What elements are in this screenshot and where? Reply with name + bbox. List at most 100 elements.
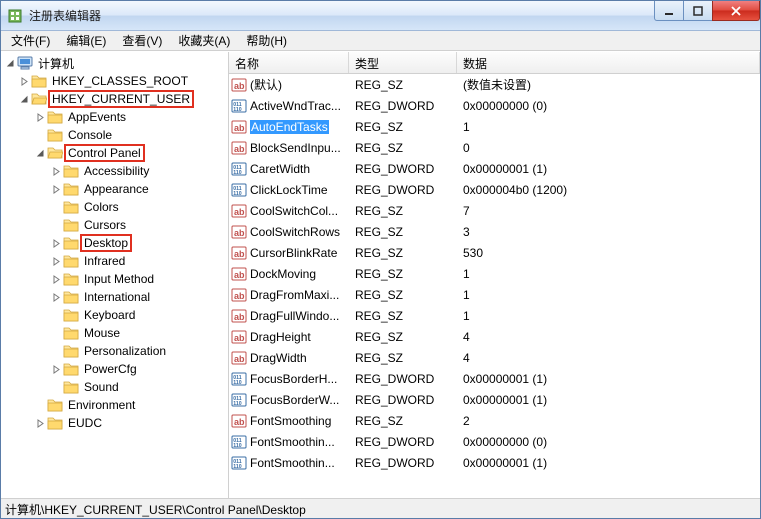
tree-node-appevents[interactable]: AppEvents — [33, 108, 228, 126]
binary-value-icon — [231, 182, 247, 198]
tree-node-hkcu[interactable]: HKEY_CURRENT_USER — [17, 90, 228, 108]
expand-icon[interactable] — [49, 163, 63, 179]
tree-node-powercfg[interactable]: PowerCfg — [49, 360, 228, 378]
value-name: BlockSendInpu... — [250, 141, 341, 155]
expand-icon[interactable] — [33, 145, 47, 161]
value-row[interactable]: FontSmoothin...REG_DWORD0x00000001 (1) — [229, 452, 760, 473]
expand-icon[interactable] — [49, 361, 63, 377]
value-row[interactable]: FocusBorderH...REG_DWORD0x00000001 (1) — [229, 368, 760, 389]
tree-node-computer[interactable]: 计算机 — [1, 54, 228, 72]
value-data: 1 — [457, 288, 760, 302]
value-row[interactable]: FocusBorderW...REG_DWORD0x00000001 (1) — [229, 389, 760, 410]
menu-edit[interactable]: 编辑(E) — [58, 30, 114, 51]
tree-node-console[interactable]: Console — [33, 126, 228, 144]
tree-node-mouse[interactable]: Mouse — [49, 324, 228, 342]
maximize-button[interactable] — [683, 1, 713, 21]
folder-icon — [47, 127, 63, 143]
tree-node-keyboard[interactable]: Keyboard — [49, 306, 228, 324]
close-button[interactable] — [712, 1, 760, 21]
folder-icon — [63, 289, 79, 305]
expand-icon[interactable] — [49, 271, 63, 287]
value-row[interactable]: CoolSwitchRowsREG_SZ3 — [229, 221, 760, 242]
folder-icon — [63, 361, 79, 377]
value-row[interactable]: BlockSendInpu...REG_SZ0 — [229, 137, 760, 158]
value-name: FontSmoothin... — [250, 456, 335, 470]
expand-icon[interactable] — [17, 91, 31, 107]
computer-icon — [17, 55, 33, 71]
column-header-type[interactable]: 类型 — [349, 52, 457, 73]
folder-icon — [63, 343, 79, 359]
value-data: 0x00000001 (1) — [457, 372, 760, 386]
value-row[interactable]: DragHeightREG_SZ4 — [229, 326, 760, 347]
value-row[interactable]: FontSmoothin...REG_DWORD0x00000000 (0) — [229, 431, 760, 452]
tree-label: Appearance — [82, 182, 151, 196]
value-row[interactable]: DockMovingREG_SZ1 — [229, 263, 760, 284]
tree-node-appearance[interactable]: Appearance — [49, 180, 228, 198]
tree-node-environment[interactable]: Environment — [33, 396, 228, 414]
value-data: 4 — [457, 351, 760, 365]
value-name: ClickLockTime — [250, 183, 328, 197]
tree-node-colors[interactable]: Colors — [49, 198, 228, 216]
value-row[interactable]: ActiveWndTrac...REG_DWORD0x00000000 (0) — [229, 95, 760, 116]
column-header-data[interactable]: 数据 — [457, 52, 760, 73]
expand-icon[interactable] — [49, 235, 63, 251]
expand-icon[interactable] — [33, 415, 47, 431]
tree-node-accessibility[interactable]: Accessibility — [49, 162, 228, 180]
tree-node-international[interactable]: International — [49, 288, 228, 306]
tree-node-infrared[interactable]: Infrared — [49, 252, 228, 270]
folder-icon — [63, 181, 79, 197]
value-row[interactable]: ClickLockTimeREG_DWORD0x000004b0 (1200) — [229, 179, 760, 200]
value-row[interactable]: DragFromMaxi...REG_SZ1 — [229, 284, 760, 305]
registry-editor-window: 注册表编辑器 文件(F) 编辑(E) 查看(V) 收藏夹(A) 帮助(H) — [0, 0, 761, 519]
value-row[interactable]: (默认)REG_SZ(数值未设置) — [229, 74, 760, 95]
tree-node-eudc[interactable]: EUDC — [33, 414, 228, 432]
value-name: AutoEndTasks — [250, 120, 329, 134]
value-data: 0x00000001 (1) — [457, 393, 760, 407]
value-row[interactable]: CursorBlinkRateREG_SZ530 — [229, 242, 760, 263]
tree-node-hkcr[interactable]: HKEY_CLASSES_ROOT — [17, 72, 228, 90]
tree-pane[interactable]: 计算机 HKEY_CLASSES_ROOT — [1, 52, 229, 498]
tree-node-sound[interactable]: Sound — [49, 378, 228, 396]
value-data: 4 — [457, 330, 760, 344]
value-row[interactable]: DragWidth REG_SZ4 — [229, 347, 760, 368]
tree-node-cursors[interactable]: Cursors — [49, 216, 228, 234]
value-row[interactable]: FontSmoothingREG_SZ2 — [229, 410, 760, 431]
folder-icon — [63, 307, 79, 323]
tree-node-personalization[interactable]: Personalization — [49, 342, 228, 360]
binary-value-icon — [231, 161, 247, 177]
expand-icon[interactable] — [49, 289, 63, 305]
expand-icon[interactable] — [3, 55, 17, 71]
value-type: REG_DWORD — [349, 183, 457, 197]
tree-node-input-method[interactable]: Input Method — [49, 270, 228, 288]
value-data: (数值未设置) — [457, 76, 760, 93]
minimize-button[interactable] — [654, 1, 684, 21]
value-row[interactable]: DragFullWindo...REG_SZ1 — [229, 305, 760, 326]
expand-icon[interactable] — [49, 181, 63, 197]
value-type: REG_DWORD — [349, 435, 457, 449]
tree-node-control-panel[interactable]: Control Panel — [33, 144, 228, 162]
value-row[interactable]: AutoEndTasksREG_SZ1 — [229, 116, 760, 137]
value-row[interactable]: CaretWidthREG_DWORD0x00000001 (1) — [229, 158, 760, 179]
titlebar: 注册表编辑器 — [1, 1, 760, 31]
value-data: 1 — [457, 120, 760, 134]
menu-help[interactable]: 帮助(H) — [238, 30, 295, 51]
value-name: (默认) — [250, 76, 282, 93]
list-body[interactable]: (默认)REG_SZ(数值未设置)ActiveWndTrac...REG_DWO… — [229, 74, 760, 498]
expand-icon[interactable] — [49, 253, 63, 269]
value-name: FocusBorderW... — [250, 393, 339, 407]
value-data: 0x00000001 (1) — [457, 162, 760, 176]
value-row[interactable]: CoolSwitchCol...REG_SZ7 — [229, 200, 760, 221]
expand-icon[interactable] — [33, 109, 47, 125]
folder-icon — [63, 217, 79, 233]
menu-file[interactable]: 文件(F) — [3, 30, 58, 51]
value-name: DragWidth — [250, 351, 307, 365]
app-icon — [7, 8, 23, 24]
string-value-icon — [231, 266, 247, 282]
tree-node-desktop[interactable]: Desktop — [49, 234, 228, 252]
column-header-name[interactable]: 名称 — [229, 52, 349, 73]
list-pane: 名称 类型 数据 (默认)REG_SZ(数值未设置)ActiveWndTrac.… — [229, 52, 760, 498]
expand-icon[interactable] — [17, 73, 31, 89]
menu-view[interactable]: 查看(V) — [114, 30, 170, 51]
menu-favorites[interactable]: 收藏夹(A) — [170, 30, 238, 51]
value-type: REG_SZ — [349, 351, 457, 365]
